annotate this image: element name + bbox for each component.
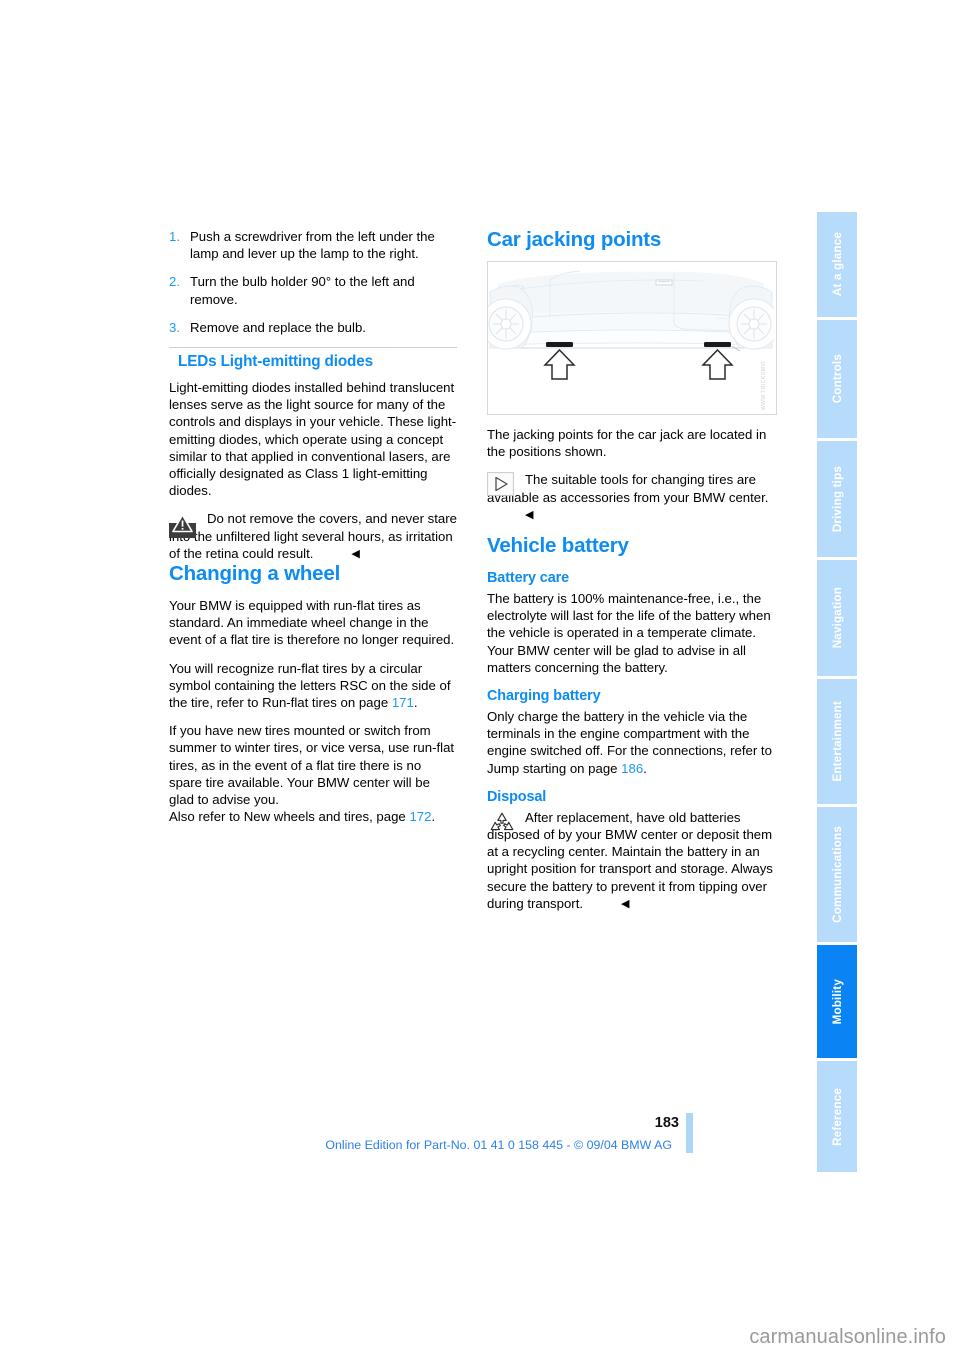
battery-care-heading: Battery care xyxy=(487,570,569,587)
section-navigation: At a glance Controls Driving tips Naviga… xyxy=(817,212,857,1175)
disposal-heading: Disposal xyxy=(487,788,547,805)
list-item-number: 2. xyxy=(169,274,180,290)
nav-tab-controls[interactable]: Controls xyxy=(817,320,857,438)
leds-heading-wrap: LEDs Light-emitting diodes xyxy=(169,347,457,373)
right-column: Car jacking points WWW.TRICKSMVI The jac… xyxy=(487,228,777,923)
list-item: 3. Remove and replace the bulb. xyxy=(169,319,457,336)
nav-tab-label: Navigation xyxy=(830,587,844,649)
link-new-wheels-page[interactable]: 172 xyxy=(409,809,431,824)
nav-tab-mobility[interactable]: Mobility xyxy=(817,945,857,1058)
wheel-paragraph-3: If you have new tires mounted or switch … xyxy=(169,723,455,808)
tools-note-body: The suitable tools for changing tires ar… xyxy=(487,472,769,521)
nav-tab-label: Entertainment xyxy=(830,701,844,782)
disposal-note-body: After replacement, have old batteries di… xyxy=(487,809,773,911)
warning-note-text: Do not remove the covers, and never star… xyxy=(169,510,457,562)
figure-watermark: WWW.TRICKSMVI xyxy=(760,360,767,410)
changing-a-wheel-heading: Changing a wheel xyxy=(169,562,341,586)
battery-care-body-2: Your BMW center will be glad to advise i… xyxy=(487,642,746,675)
list-item-number: 3. xyxy=(169,319,180,335)
warning-note: Do not remove the covers, and never star… xyxy=(169,510,457,562)
end-marker: ◀ xyxy=(621,897,630,910)
nav-tab-label: Reference xyxy=(830,1087,844,1146)
list-item-text: Turn the bulb holder 90° to the left and… xyxy=(190,274,415,307)
recycling-icon xyxy=(487,810,516,836)
nav-tab-communications[interactable]: Communications xyxy=(817,807,857,942)
wheel-paragraph-2: You will recognize run-flat tires by a c… xyxy=(169,660,451,711)
play-triangle-icon xyxy=(487,472,516,498)
nav-tab-label: At a glance xyxy=(830,232,844,297)
nav-tab-label: Controls xyxy=(830,354,844,404)
leds-body: Light-emitting diodes installed behind t… xyxy=(169,380,457,499)
disposal-note: After replacement, have old batteries di… xyxy=(487,809,775,912)
nav-tab-reference[interactable]: Reference xyxy=(817,1061,857,1172)
list-item-text: Push a screwdriver from the left under t… xyxy=(190,229,435,262)
disposal-note-text: After replacement, have old batteries di… xyxy=(487,809,775,912)
site-watermark: carmanualsonline.info xyxy=(749,1326,946,1348)
nav-tab-label: Driving tips xyxy=(830,465,844,533)
end-marker: ◀ xyxy=(525,508,534,521)
link-jump-starting-page[interactable]: 186 xyxy=(621,761,643,776)
footer-edition-note: Online Edition for Part-No. 01 41 0 158 … xyxy=(325,1138,672,1152)
wheel-paragraph-4-text: Also refer to New wheels and tires, page xyxy=(169,809,410,825)
nav-tab-label: Mobility xyxy=(830,978,844,1025)
list-item: 1. Push a screwdriver from the left unde… xyxy=(169,228,457,262)
left-column: 1. Push a screwdriver from the left unde… xyxy=(169,228,457,836)
charging-battery-body: Only charge the battery in the vehicle v… xyxy=(487,709,772,776)
nav-tab-navigation[interactable]: Navigation xyxy=(817,560,857,676)
manual-page: 1. Push a screwdriver from the left unde… xyxy=(0,0,960,1358)
jacking-body: The jacking points for the car jack are … xyxy=(487,427,767,460)
end-marker: ◀ xyxy=(351,547,360,560)
tools-note: The suitable tools for changing tires ar… xyxy=(487,471,775,523)
wheel-paragraph-1: Your BMW is equipped with run-flat tires… xyxy=(169,598,455,648)
list-item-number: 1. xyxy=(169,229,180,244)
warning-note-body: Do not remove the covers, and never star… xyxy=(169,511,457,561)
link-run-flat-tires-page[interactable]: 171 xyxy=(392,695,414,710)
list-item: 2. Turn the bulb holder 90° to the left … xyxy=(169,273,457,307)
warning-triangle-icon xyxy=(169,511,198,539)
nav-tab-entertainment[interactable]: Entertainment xyxy=(817,679,857,804)
car-jacking-points-illustration: WWW.TRICKSMVI xyxy=(487,261,777,415)
nav-tab-at-a-glance[interactable]: At a glance xyxy=(817,212,857,317)
nav-tab-label: Communications xyxy=(830,826,844,923)
leds-heading: LEDs Light-emitting diodes xyxy=(178,353,373,371)
list-item-text: Remove and replace the bulb. xyxy=(190,319,366,335)
tools-note-text: The suitable tools for changing tires ar… xyxy=(487,471,775,523)
footer-accent-bar xyxy=(686,1113,693,1153)
car-jacking-points-heading: Car jacking points xyxy=(487,228,662,251)
battery-care-body-1: The battery is 100% maintenance-free, i.… xyxy=(487,591,771,641)
vehicle-battery-heading: Vehicle battery xyxy=(487,534,629,558)
page-number: 183 xyxy=(654,1115,679,1131)
nav-tab-driving-tips[interactable]: Driving tips xyxy=(817,441,857,557)
charging-battery-heading: Charging battery xyxy=(487,688,601,705)
wheel-paragraph-4: Also refer to New wheels and tires, page… xyxy=(169,809,436,825)
